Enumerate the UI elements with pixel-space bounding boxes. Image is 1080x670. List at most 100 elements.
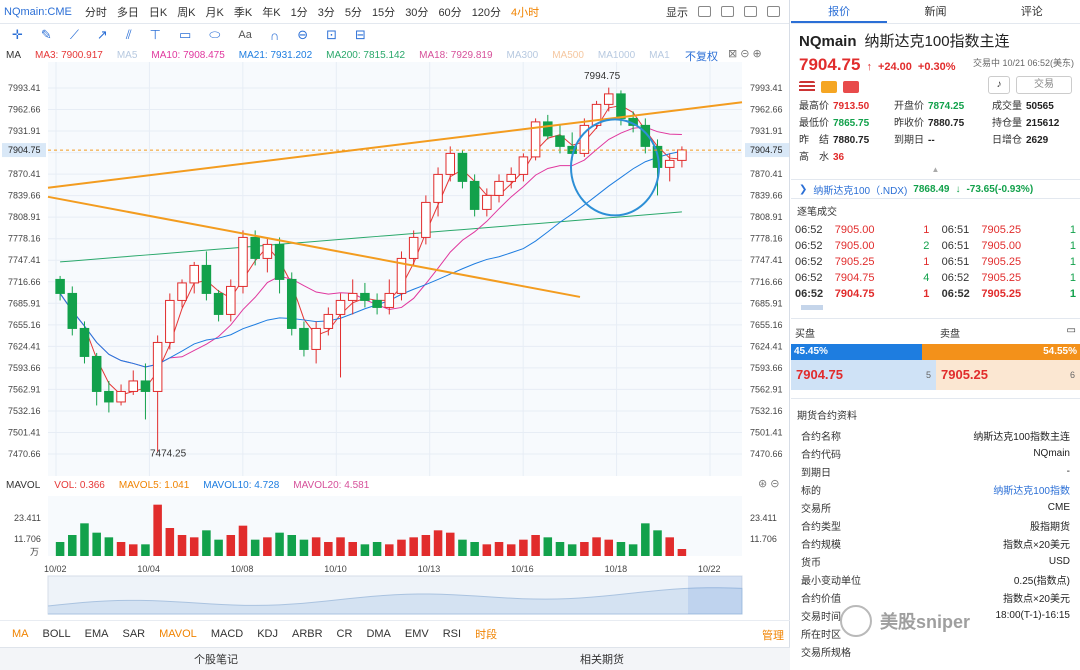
text-tool[interactable]: Aa <box>238 29 251 41</box>
quote-code: NQmain <box>799 33 857 50</box>
scrollbar[interactable] <box>801 305 823 310</box>
ellipse-icon[interactable]: ⬭ <box>209 27 220 43</box>
adjust-toggle[interactable]: 不复权 <box>685 48 718 64</box>
expand-icon[interactable]: ▭ <box>1067 325 1076 340</box>
indicator-tab-3[interactable]: SAR <box>122 628 145 640</box>
favorite-heart-icon[interactable] <box>843 81 859 93</box>
volume-bar <box>641 523 650 556</box>
manage-button[interactable]: 管理 <box>762 627 784 643</box>
candle <box>238 230 248 294</box>
ma-settings-icons[interactable]: ⊠ ⊝ ⊕ <box>728 47 762 60</box>
quote-time: 交易中 10/21 06:52(美东) <box>972 58 1074 68</box>
timeframe-9[interactable]: 5分 <box>345 7 362 19</box>
tick-cell: 7905.25 <box>981 224 1022 236</box>
timeframe-2[interactable]: 日K <box>149 7 167 19</box>
volume-bar <box>433 530 443 556</box>
trade-button[interactable]: 交易 <box>1016 76 1072 94</box>
camera-icon[interactable] <box>721 6 734 17</box>
chart-icon[interactable] <box>821 81 837 93</box>
fullscreen-icon[interactable] <box>767 6 780 17</box>
indicator-tab-1[interactable]: BOLL <box>43 628 71 640</box>
mavol-label[interactable]: MAVOL <box>6 480 40 491</box>
indicator-tab-0[interactable]: MA <box>12 628 29 640</box>
magnet-icon[interactable]: ∩ <box>270 28 279 43</box>
edit-icon[interactable] <box>744 6 757 17</box>
timeframe-12[interactable]: 60分 <box>438 7 461 19</box>
tick-cell: 7905.25 <box>834 256 875 268</box>
indicator-tab-10[interactable]: EMV <box>405 628 429 640</box>
tab-quote[interactable]: 报价 <box>791 0 888 23</box>
index-line[interactable]: ❯ 纳斯达克100（.NDX) 7868.49 ↓ -73.65(-0.93%) <box>791 179 1080 199</box>
alert-bell-icon[interactable]: ♪ <box>988 76 1010 94</box>
tab-news[interactable]: 新闻 <box>887 0 983 23</box>
timeframe-0[interactable]: 分时 <box>85 7 107 19</box>
indicator-tab-5[interactable]: MACD <box>211 628 243 640</box>
contract-value[interactable]: 纳斯达克100指数 <box>993 482 1070 497</box>
channel-icon[interactable]: ⫽ <box>126 27 132 43</box>
indicator-tab-7[interactable]: ARBR <box>292 628 323 640</box>
sell-label: 卖盘 <box>940 329 960 340</box>
stat-label: 成交量 <box>992 101 1022 112</box>
checkbox-icon[interactable] <box>698 6 711 17</box>
navigator-window[interactable] <box>688 576 742 614</box>
lock-icon[interactable]: ⊡ <box>326 27 337 43</box>
timeframe-11[interactable]: 30分 <box>405 7 428 19</box>
vol-settings-icons[interactable]: ⊛ ⊝ <box>758 477 780 490</box>
indicator-tab-12[interactable]: 时段 <box>475 626 497 642</box>
candle <box>165 293 175 350</box>
contract-row: 到期日 - <box>795 462 1076 480</box>
ma10-value: MA10: 7908.475 <box>151 49 225 61</box>
timeframe-3[interactable]: 周K <box>177 7 195 19</box>
stock-notes-tab[interactable]: 个股笔记 <box>194 651 238 667</box>
index-name[interactable]: 纳斯达克100（.NDX) <box>813 182 907 197</box>
stat-value: 7913.50 <box>833 101 870 112</box>
timeframe-14[interactable]: 4小时 <box>511 7 539 19</box>
volume-bar <box>677 549 687 556</box>
indicator-tab-8[interactable]: CR <box>337 628 353 640</box>
price-chart[interactable]: 7993.41 7993.41 7962.66 7962.66 7931.91 7931.… <box>0 46 790 620</box>
indicator-tab-2[interactable]: EMA <box>85 628 109 640</box>
timeframe-8[interactable]: 3分 <box>318 7 335 19</box>
volume-bar <box>177 535 187 556</box>
bid[interactable]: 7904.75 5 <box>791 360 936 390</box>
pen-icon[interactable]: ✎ <box>41 27 52 43</box>
stat-value: 2629 <box>1026 135 1049 146</box>
collapse-icon[interactable]: ▲ <box>791 166 1080 174</box>
timeframe-list: 分时 多日 日K 周K 月K 季K 年K 1分 3分 5分 15分 30分 60分 120分 4小时 <box>80 4 544 20</box>
tick-cell: 1 <box>1069 288 1077 300</box>
contract-value: NQmain <box>1033 447 1070 459</box>
tick-cell: 7905.25 <box>981 272 1022 284</box>
contract-key: 交易所 <box>801 503 831 515</box>
fib-icon[interactable]: ⊤ <box>150 27 161 43</box>
crosshair-icon[interactable]: ✛ <box>12 27 23 43</box>
rect-icon[interactable]: ▭ <box>179 27 191 43</box>
related-futures-tab[interactable]: 相关期货 <box>580 651 624 667</box>
ask[interactable]: 7905.25 6 <box>936 360 1080 390</box>
tab-comments[interactable]: 评论 <box>984 0 1080 23</box>
date-tick: 10/02 <box>44 564 67 574</box>
contract-key: 所在时区 <box>801 629 841 641</box>
indicator-tab-4[interactable]: MAVOL <box>159 628 197 640</box>
timeframe-10[interactable]: 15分 <box>372 7 395 19</box>
symbol-label[interactable]: NQmain:CME <box>4 6 72 18</box>
trendline-icon[interactable]: ⟋ <box>70 27 79 43</box>
indicator-tab-6[interactable]: KDJ <box>257 628 278 640</box>
timeframe-6[interactable]: 年K <box>262 7 280 19</box>
stat-value: 7880.75 <box>833 135 870 146</box>
tick-cell: 7905.00 <box>981 240 1022 252</box>
delete-icon[interactable]: ⊟ <box>355 27 366 43</box>
eye-icon[interactable]: ⊖ <box>297 27 308 43</box>
timeframe-7[interactable]: 1分 <box>291 7 308 19</box>
ma-label[interactable]: MA <box>6 50 21 61</box>
tick-cell: 06:51 <box>941 256 970 268</box>
ray-icon[interactable]: ↗ <box>97 27 108 43</box>
timeframe-4[interactable]: 月K <box>206 7 224 19</box>
timeframe-1[interactable]: 多日 <box>117 7 139 19</box>
timeframe-13[interactable]: 120分 <box>472 7 501 19</box>
volume-bar <box>409 537 418 556</box>
volume-background <box>48 496 742 556</box>
timeframe-5[interactable]: 季K <box>234 7 252 19</box>
indicator-tab-9[interactable]: DMA <box>366 628 390 640</box>
indicator-tab-11[interactable]: RSI <box>443 628 461 640</box>
display-menu[interactable]: 显示 <box>666 4 688 20</box>
